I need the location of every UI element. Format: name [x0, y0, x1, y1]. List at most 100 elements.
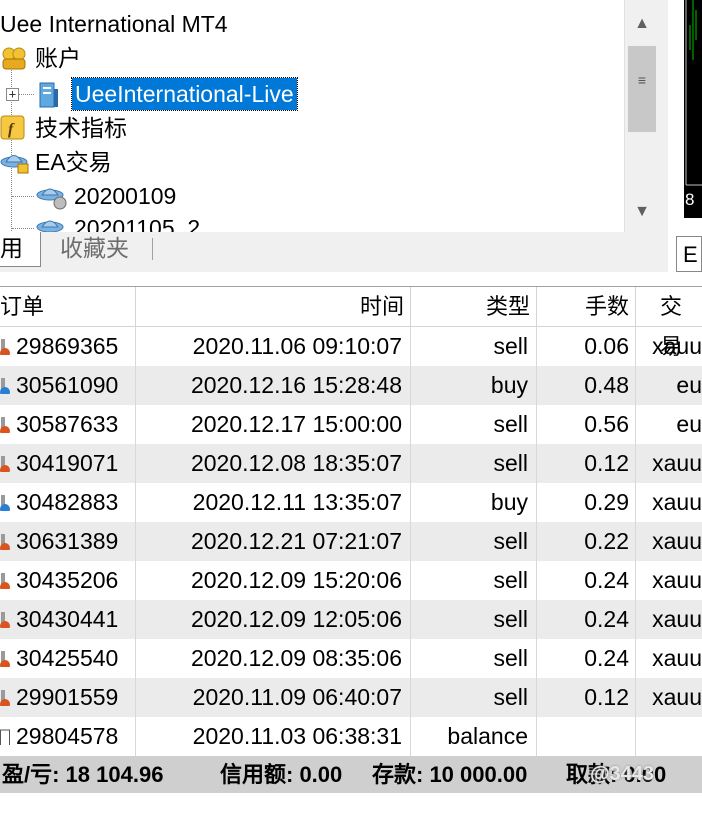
scrollbar-thumb[interactable]: ≡: [628, 46, 656, 132]
column-header-type[interactable]: 类型: [411, 287, 537, 327]
time-cell-text: 2020.12.11 13:35:07: [192, 489, 402, 515]
volume-cell-text: 0.12: [584, 450, 629, 476]
table-row[interactable]: 30482883 2020.12.11 13:35:07 buy 0.29 xauu: [0, 483, 702, 522]
volume-cell: 0.06: [537, 327, 636, 366]
ticket-cell: 29901559: [0, 678, 136, 717]
time-cell-text: 2020.11.03 06:38:31: [192, 723, 402, 749]
table-row[interactable]: 30430441 2020.12.09 12:05:06 sell 0.24 xauu: [0, 600, 702, 639]
tree-item-ea[interactable]: 20201105_2: [36, 212, 236, 232]
table-row[interactable]: 30425540 2020.12.09 08:35:06 sell 0.24 xauu: [0, 639, 702, 678]
volume-cell: 0.56: [537, 405, 636, 444]
type-cell-text: buy: [490, 489, 528, 515]
sell-order-icon: [0, 573, 10, 589]
table-row[interactable]: 29901559 2020.11.09 06:40:07 sell 0.12 xauu: [0, 678, 702, 717]
table-row[interactable]: 29804578 2020.11.03 06:38:31 balance: [0, 717, 702, 756]
volume-cell: 0.24: [537, 561, 636, 600]
expand-toggle-icon[interactable]: +: [6, 88, 19, 101]
sell-order-icon: [0, 339, 10, 355]
navigator-panel: Uee International MT4 账户 + UeeInternatio…: [0, 0, 668, 272]
volume-cell-text: 0.24: [584, 567, 629, 593]
tree-item-accounts-label: 账户: [35, 45, 81, 71]
table-row[interactable]: 30561090 2020.12.16 15:28:48 buy 0.48 eu: [0, 366, 702, 405]
indicators-icon: f: [0, 115, 25, 140]
volume-cell: 0.12: [537, 678, 636, 717]
symbol-cell: xauu: [636, 483, 702, 522]
ticket-cell: 30587633: [0, 405, 136, 444]
ticket-cell: 29804578: [0, 717, 136, 756]
ticket-cell: 29869365: [0, 327, 136, 366]
time-cell-text: 2020.12.09 08:35:06: [190, 645, 402, 671]
symbol-cell-text: xauu: [652, 567, 702, 593]
volume-cell: 0.29: [537, 483, 636, 522]
sell-order-icon: [0, 456, 10, 472]
symbol-cell-text: xauu: [652, 645, 702, 671]
table-row[interactable]: 30631389 2020.12.21 07:21:07 sell 0.22 xauu: [0, 522, 702, 561]
tree-item-server[interactable]: UeeInternational-Live: [36, 77, 336, 111]
column-header-time[interactable]: 时间: [136, 287, 411, 327]
scroll-up-icon[interactable]: ▲: [628, 10, 656, 38]
type-cell-text: sell: [493, 645, 528, 671]
type-cell: buy: [411, 483, 537, 522]
ticket-cell: 30425540: [0, 639, 136, 678]
sell-order-icon: [0, 612, 10, 628]
type-cell-text: balance: [447, 723, 528, 749]
volume-cell: 0.22: [537, 522, 636, 561]
time-cell-text: 2020.11.09 06:40:07: [192, 684, 402, 710]
type-cell: sell: [411, 561, 537, 600]
time-cell: 2020.12.09 08:35:06: [136, 639, 411, 678]
sell-order-icon: [0, 690, 10, 706]
time-cell-text: 2020.12.17 15:00:00: [190, 411, 402, 437]
ticket-cell: 30482883: [0, 483, 136, 522]
tree-item-indicators[interactable]: f 技术指标: [0, 112, 200, 144]
watermark: @3443: [590, 763, 654, 785]
table-row[interactable]: 30419071 2020.12.08 18:35:07 sell 0.12 xauu: [0, 444, 702, 483]
symbol-cell-text: eu: [676, 411, 702, 437]
volume-cell: 0.24: [537, 639, 636, 678]
type-cell: buy: [411, 366, 537, 405]
type-cell-text: sell: [493, 333, 528, 359]
tree-item-experts[interactable]: EA交易: [0, 146, 200, 178]
volume-cell: 0.48: [537, 366, 636, 405]
time-cell-text: 2020.11.06 09:10:07: [192, 333, 402, 359]
symbol-cell-text: xauu: [652, 528, 702, 554]
column-header-ticket[interactable]: 订单: [0, 287, 136, 327]
chart-window-edge[interactable]: [684, 0, 702, 218]
ticket-cell-text: 30561090: [16, 372, 119, 398]
time-cell-text: 2020.12.16 15:28:48: [190, 372, 402, 398]
ticket-cell: 30430441: [0, 600, 136, 639]
tab-common[interactable]: 用: [0, 232, 41, 267]
ticket-cell-text: 29804578: [16, 723, 119, 749]
time-cell-text: 2020.12.08 18:35:07: [190, 450, 402, 476]
scroll-down-icon[interactable]: ▼: [628, 198, 656, 226]
terminal-history-table: 订单 时间 类型 手数 交易 29869365 2020.11.06 09:10:…: [0, 286, 702, 757]
chart-tab[interactable]: E: [676, 236, 702, 272]
sell-order-icon: [0, 534, 10, 550]
time-cell: 2020.12.08 18:35:07: [136, 444, 411, 483]
type-cell: sell: [411, 405, 537, 444]
type-cell: sell: [411, 522, 537, 561]
table-row[interactable]: 30435206 2020.12.09 15:20:06 sell 0.24 xauu: [0, 561, 702, 600]
table-row[interactable]: 29869365 2020.11.06 09:10:07 sell 0.06 xauu: [0, 327, 702, 366]
symbol-cell-text: eu: [676, 372, 702, 398]
tree-item-experts-label: EA交易: [35, 149, 112, 175]
ticket-cell-text: 30425540: [16, 645, 119, 671]
symbol-cell-text: xauu: [652, 684, 702, 710]
symbol-cell: xauu: [636, 678, 702, 717]
symbol-cell-text: xauu: [652, 489, 702, 515]
balance-document-icon: [0, 729, 10, 745]
sell-order-icon: [0, 651, 10, 667]
symbol-cell: xauu: [636, 522, 702, 561]
column-header-symbol[interactable]: 交易: [636, 287, 702, 359]
navigator-scrollbar[interactable]: ▲ ≡ ▼: [624, 0, 659, 232]
tab-favorites[interactable]: 收藏夹: [60, 232, 129, 266]
tree-item-ea[interactable]: 20200109: [36, 180, 236, 212]
navigator-tree: Uee International MT4 账户 + UeeInternatio…: [0, 0, 625, 233]
ticket-cell: 30419071: [0, 444, 136, 483]
tree-item-accounts[interactable]: 账户: [0, 42, 200, 74]
column-header-volume[interactable]: 手数: [537, 287, 636, 327]
time-cell: 2020.11.06 09:10:07: [136, 327, 411, 366]
table-row[interactable]: 30587633 2020.12.17 15:00:00 sell 0.56 eu: [0, 405, 702, 444]
volume-cell: 0.12: [537, 444, 636, 483]
type-cell: sell: [411, 327, 537, 366]
type-cell-text: sell: [493, 528, 528, 554]
